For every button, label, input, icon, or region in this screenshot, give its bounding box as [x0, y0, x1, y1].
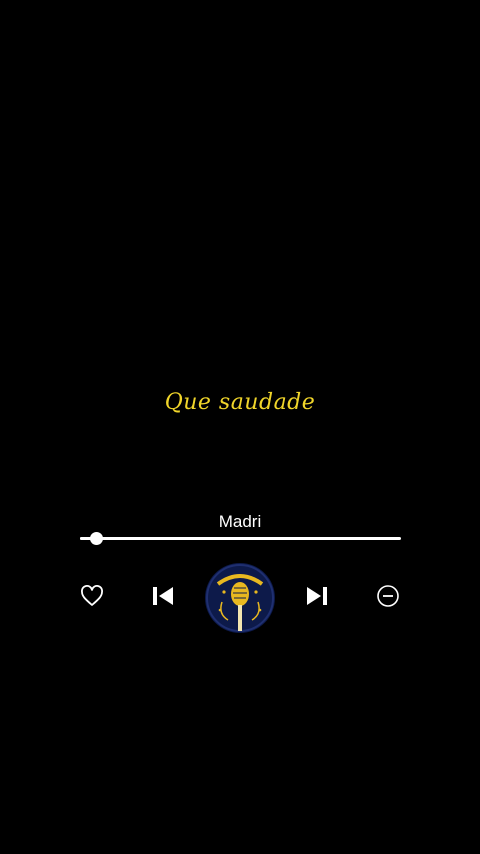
- progress-knob[interactable]: [90, 532, 104, 545]
- skip-next-icon: [304, 584, 330, 608]
- previous-button[interactable]: [146, 580, 180, 612]
- album-cover[interactable]: [204, 562, 276, 634]
- skip-previous-icon: [150, 584, 176, 608]
- player-screen: Que saudade Madri: [0, 0, 480, 854]
- track-title: Madri: [218, 512, 262, 531]
- lyric-line: Que saudade: [164, 390, 316, 415]
- progress-bar[interactable]: [80, 532, 401, 545]
- remove-button[interactable]: [372, 580, 404, 612]
- next-button[interactable]: [300, 580, 334, 612]
- microphone-logo-icon: [204, 563, 276, 634]
- minus-circle-icon: [376, 584, 400, 608]
- like-button[interactable]: [76, 580, 108, 612]
- heart-outline-icon: [80, 585, 104, 607]
